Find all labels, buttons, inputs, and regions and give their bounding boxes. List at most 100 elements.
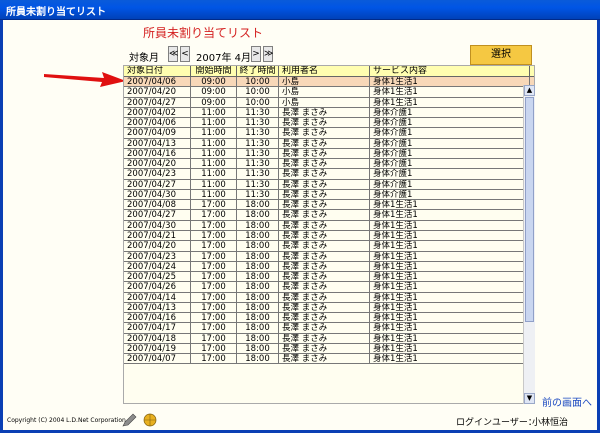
table-cell: 長澤 まさみ <box>279 107 370 118</box>
table-cell: 身体1生活1 <box>370 97 530 107</box>
table-cell: 2007/04/21 <box>124 230 191 241</box>
main-window: 所員未割り当てリスト 対象月 ≪ < 2007年 4月 > ≫ 選択 対象日付開… <box>0 20 600 433</box>
table-cell: 身体介護1 <box>370 148 530 159</box>
table-cell: 身体1生活1 <box>370 77 530 87</box>
table-cell: 11:30 <box>237 169 279 179</box>
table-cell: 18:00 <box>237 241 279 251</box>
table-cell: 18:00 <box>237 333 279 343</box>
table-cell: 18:00 <box>237 292 279 302</box>
table-row[interactable]: 2007/04/16 11:00 11:30 長澤 まさみ 身体介護1 <box>124 148 534 160</box>
prev-month-button[interactable]: < <box>180 46 190 62</box>
table-row[interactable]: 2007/04/14 17:00 18:00 長澤 まさみ 身体1生活1 <box>124 292 534 303</box>
table-cell: 長澤 まさみ <box>279 189 370 200</box>
column-header: 利用者名 <box>279 66 370 76</box>
table-cell: 18:00 <box>237 261 279 272</box>
table-cell: 長澤 まさみ <box>279 169 370 179</box>
table-cell: 長澤 まさみ <box>279 128 370 138</box>
table-cell: 身体1生活1 <box>370 323 530 333</box>
table-cell: 17:00 <box>191 200 237 210</box>
table-row[interactable]: 2007/04/23 17:00 18:00 長澤 まさみ 身体1生活1 <box>124 251 534 262</box>
table-row[interactable]: 2007/04/27 09:00 10:00 小島 身体1生活1 <box>124 97 534 108</box>
table-cell: 2007/04/20 <box>124 87 191 97</box>
table-row[interactable]: 2007/04/20 17:00 18:00 長澤 まさみ 身体1生活1 <box>124 241 534 252</box>
table-cell: 長澤 まさみ <box>279 282 370 292</box>
table-cell: 長澤 まさみ <box>279 118 370 128</box>
table-row[interactable]: 2007/04/23 11:00 11:30 長澤 まさみ 身体介護1 <box>124 169 534 180</box>
table-row[interactable]: 2007/04/02 11:00 11:30 長澤 まさみ 身体介護1 <box>124 107 534 119</box>
table-row[interactable]: 2007/04/27 11:00 11:30 長澤 まさみ 身体介護1 <box>124 179 534 190</box>
table-row[interactable]: 2007/04/24 17:00 18:00 長澤 まさみ 身体1生活1 <box>124 261 534 273</box>
table-row[interactable]: 2007/04/09 11:00 11:30 長澤 まさみ 身体介護1 <box>124 128 534 139</box>
table-cell: 小島 <box>279 97 370 107</box>
table-cell: 11:00 <box>191 169 237 179</box>
scroll-down-icon[interactable]: ▼ <box>524 393 535 404</box>
table-cell: 長澤 まさみ <box>279 343 370 354</box>
table-cell: 18:00 <box>237 251 279 261</box>
table-cell: 18:00 <box>237 272 279 282</box>
table-cell: 17:00 <box>191 261 237 272</box>
table-cell: 長澤 まさみ <box>279 210 370 220</box>
table-cell: 17:00 <box>191 210 237 220</box>
table-cell: 17:00 <box>191 354 237 364</box>
table-cell: 18:00 <box>237 354 279 364</box>
table-row[interactable]: 2007/04/13 17:00 18:00 長澤 まさみ 身体1生活1 <box>124 302 534 314</box>
table-cell: 小島 <box>279 87 370 97</box>
table-row[interactable]: 2007/04/26 17:00 18:00 長澤 まさみ 身体1生活1 <box>124 282 534 293</box>
scroll-up-icon[interactable]: ▲ <box>524 85 535 96</box>
table-cell: 11:30 <box>237 159 279 169</box>
table-cell: 18:00 <box>237 230 279 241</box>
table-cell: 長澤 まさみ <box>279 292 370 302</box>
table-row[interactable]: 2007/04/20 11:00 11:30 長澤 まさみ 身体介護1 <box>124 159 534 170</box>
table-cell: 18:00 <box>237 313 279 323</box>
table-row[interactable]: 2007/04/06 11:00 11:30 長澤 まさみ 身体介護1 <box>124 118 534 129</box>
table-cell: 長澤 まさみ <box>279 272 370 282</box>
table-cell: 身体介護1 <box>370 138 530 148</box>
table-cell: 身体1生活1 <box>370 354 530 364</box>
select-button[interactable]: 選択 <box>470 45 532 65</box>
table-cell: 11:30 <box>237 138 279 148</box>
table-row[interactable]: 2007/04/17 17:00 18:00 長澤 まさみ 身体1生活1 <box>124 323 534 334</box>
next-month-button[interactable]: > <box>251 46 261 62</box>
scroll-thumb[interactable] <box>525 97 534 322</box>
table-row[interactable]: 2007/04/19 17:00 18:00 長澤 まさみ 身体1生活1 <box>124 343 534 355</box>
assignment-table: 対象日付 開始時間 終了時間 利用者名 サービス内容 2007/04/06 09:00 10… <box>123 65 535 404</box>
table-cell: 18:00 <box>237 210 279 220</box>
table-row[interactable]: 2007/04/20 09:00 10:00 小島 身体1生活1 <box>124 87 534 98</box>
table-cell: 身体1生活1 <box>370 292 530 302</box>
table-cell: 長澤 まさみ <box>279 230 370 241</box>
globe-icon <box>143 413 157 427</box>
table-row[interactable]: 2007/04/13 11:00 11:30 長澤 まさみ 身体介護1 <box>124 138 534 149</box>
column-header: サービス内容 <box>370 66 530 76</box>
table-cell: 長澤 まさみ <box>279 323 370 333</box>
table-row[interactable]: 2007/04/30 17:00 18:00 長澤 まさみ 身体1生活1 <box>124 220 534 231</box>
table-cell: 身体1生活1 <box>370 200 530 210</box>
table-cell: 長澤 まさみ <box>279 138 370 148</box>
table-row[interactable]: 2007/04/06 09:00 10:00 小島 身体1生活1 <box>124 77 534 88</box>
page-title: 所員未割り当てリスト <box>143 26 264 40</box>
table-cell: 身体介護1 <box>370 107 530 118</box>
table-cell: 11:00 <box>191 128 237 138</box>
table-cell: 17:00 <box>191 272 237 282</box>
table-cell: 17:00 <box>191 282 237 292</box>
table-row[interactable]: 2007/04/16 17:00 18:00 長澤 まさみ 身体1生活1 <box>124 313 534 324</box>
vertical-scrollbar[interactable]: ▲ ▼ <box>523 85 535 404</box>
table-cell: 11:30 <box>237 148 279 159</box>
table-row[interactable]: 2007/04/30 11:00 11:30 長澤 まさみ 身体介護1 <box>124 189 534 201</box>
last-page-button[interactable]: ≫ <box>263 46 273 62</box>
table-row[interactable]: 2007/04/27 17:00 18:00 長澤 まさみ 身体1生活1 <box>124 210 534 221</box>
table-row[interactable]: 2007/04/18 17:00 18:00 長澤 まさみ 身体1生活1 <box>124 333 534 344</box>
prev-screen-link[interactable]: 前の画面へ <box>542 394 592 409</box>
table-cell: 17:00 <box>191 333 237 343</box>
table-row[interactable]: 2007/04/07 17:00 18:00 長澤 まさみ 身体1生活1 <box>124 354 534 365</box>
first-page-button[interactable]: ≪ <box>168 46 178 62</box>
table-cell: 17:00 <box>191 220 237 230</box>
table-cell: 2007/04/13 <box>124 138 191 148</box>
table-cell: 長澤 まさみ <box>279 261 370 272</box>
table-row[interactable]: 2007/04/25 17:00 18:00 長澤 まさみ 身体1生活1 <box>124 272 534 283</box>
table-row[interactable]: 2007/04/21 17:00 18:00 長澤 まさみ 身体1生活1 <box>124 230 534 242</box>
table-cell: 身体1生活1 <box>370 302 530 313</box>
table-cell: 身体介護1 <box>370 159 530 169</box>
table-row[interactable]: 2007/04/08 17:00 18:00 長澤 まさみ 身体1生活1 <box>124 200 534 211</box>
table-cell: 09:00 <box>191 87 237 97</box>
table-cell: 2007/04/19 <box>124 343 191 354</box>
